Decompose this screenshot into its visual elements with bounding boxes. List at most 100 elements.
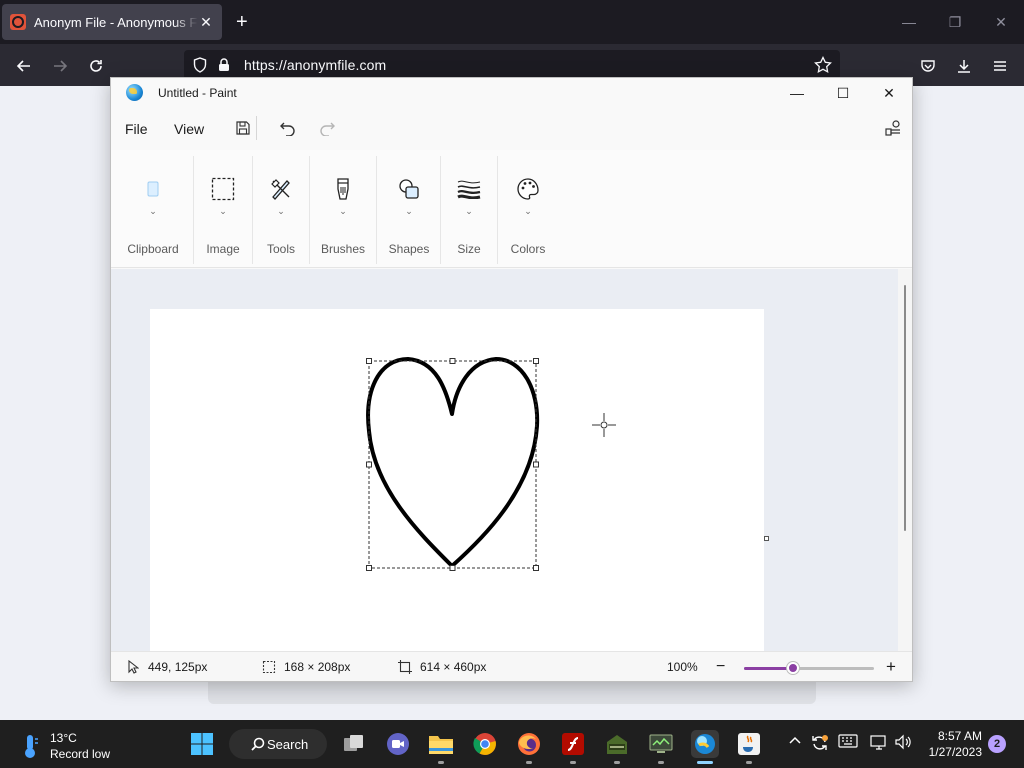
zoom-in-button[interactable]: + [886,657,896,677]
paint-window: Untitled - Paint — ☐ ✕ File View ⌄ Clipb… [110,77,913,682]
tab-title: Anonym File - Anonymous File [34,14,198,30]
sync-icon[interactable] [810,734,830,752]
ribbon-group-tools[interactable]: ⌄ Tools [253,150,309,268]
selection-size-icon [262,660,276,674]
paint-taskbar-icon[interactable] [691,730,719,764]
file-menu[interactable]: File [125,121,148,137]
paint-title-bar[interactable]: Untitled - Paint — ☐ ✕ [111,78,912,108]
hamburger-menu-icon[interactable] [988,54,1012,78]
downloads-icon[interactable] [952,54,976,78]
system-monitor-icon[interactable] [647,730,675,764]
ribbon-group-brushes[interactable]: ⌄ Brushes [311,150,375,268]
paint-minimize-button[interactable]: — [774,78,820,108]
selection-handle [366,358,372,364]
save-icon[interactable] [233,118,253,138]
web-page-panel [208,682,816,704]
browser-tab[interactable]: Anonym File - Anonymous File ✕ [2,4,222,40]
ribbon-separator [497,156,498,264]
tab-close-icon[interactable]: ✕ [198,14,214,31]
start-windows-icon[interactable] [188,730,216,758]
zoom-out-button[interactable]: − [716,658,725,676]
ribbon-label: Size [457,242,481,256]
keyboard-icon[interactable] [838,734,858,748]
browser-restore-button[interactable]: ❐ [932,0,978,44]
running-indicator [697,761,713,764]
selection-handle [533,358,539,364]
ribbon-separator [193,156,194,264]
teams-chat-icon[interactable] [384,730,412,758]
flash-player-icon[interactable] [559,730,587,764]
pocket-icon[interactable] [916,54,940,78]
lock-icon[interactable] [216,57,232,73]
ribbon-group-shapes[interactable]: ⌄ Shapes [379,150,439,268]
share-account-icon[interactable] [883,118,903,138]
browser-close-button[interactable]: ✕ [978,0,1024,44]
menu-separator [256,116,257,140]
ribbon-label: Colors [510,242,546,256]
paint-close-button[interactable]: ✕ [866,78,912,108]
bookmark-star-icon[interactable] [814,55,832,77]
paint-maximize-button[interactable]: ☐ [820,78,866,108]
clock-date: 1/27/2023 [928,745,982,759]
redo-icon[interactable] [317,118,337,138]
zoom-slider-thumb[interactable] [787,662,800,674]
ribbon-label: Shapes [388,242,430,256]
chevron-down-icon: ⌄ [149,206,157,216]
thermometer-icon [25,735,38,758]
ribbon-group-colors[interactable]: ⌄ Colors [499,150,557,268]
canvas-size-text: 614 × 460px [420,660,487,674]
selection-handle [533,461,539,468]
drawing-canvas[interactable] [150,309,764,651]
game-app-icon[interactable] [603,730,631,764]
url-text[interactable]: https://anonymfile.com [244,57,386,73]
zoom-slider[interactable] [744,662,874,674]
ribbon-group-image[interactable]: ⌄ Image [195,150,251,268]
java-icon[interactable] [735,730,763,764]
task-view-icon[interactable] [340,730,368,758]
scrollbar-thumb[interactable] [904,285,906,531]
clock-time: 8:57 AM [937,729,982,743]
ribbon-group-size[interactable]: ⌄ Size [443,150,495,268]
taskbar: 13°C Record low Search 8:57 AM 1/27/2023… [0,720,1024,768]
palette-icon [515,176,541,202]
ribbon-group-clipboard[interactable]: ⌄ Clipboard [117,150,189,268]
ribbon-label: Tools [266,242,295,256]
back-arrow-icon[interactable] [12,54,36,78]
firefox-icon[interactable] [515,730,543,764]
weather-widget[interactable]: 13°C Record low [20,730,110,762]
ribbon-separator [376,156,377,264]
selection-size: 168 × 208px [262,660,350,674]
system-clock[interactable]: 8:57 AM 1/27/2023 [920,728,982,760]
taskbar-search[interactable]: Search [229,729,327,759]
canvas-resize-handle[interactable] [764,536,769,541]
url-bar[interactable]: https://anonymfile.com [184,50,840,80]
notification-badge[interactable]: 2 [988,735,1006,753]
view-menu[interactable]: View [174,121,204,137]
file-explorer-icon[interactable] [427,730,455,764]
running-indicator [614,761,620,764]
shield-icon[interactable] [192,57,208,73]
running-indicator [570,761,576,764]
canvas-workspace [111,269,912,651]
pointer-icon [126,660,140,674]
paint-app-icon [126,84,143,101]
cursor-position-text: 449, 125px [148,660,208,674]
reload-icon[interactable] [84,54,108,78]
vertical-scrollbar[interactable] [898,269,912,651]
site-favicon-icon [10,14,26,30]
selection-handle [449,358,456,364]
ribbon-toolbar: ⌄ Clipboard ⌄ Image ⌄ Tools ⌄ Brushes ⌄ … [111,150,912,268]
chrome-icon[interactable] [471,730,499,758]
ribbon-separator [440,156,441,264]
cursor-position: 449, 125px [126,660,207,674]
zoom-level: 100% [667,660,698,674]
ribbon-separator [309,156,310,264]
running-indicator [658,761,664,764]
undo-icon[interactable] [278,118,298,138]
tray-overflow-chevron-icon[interactable] [788,734,802,748]
volume-icon[interactable] [894,734,912,750]
network-icon[interactable] [870,734,888,750]
browser-minimize-button[interactable]: — [886,0,932,44]
forward-arrow-icon[interactable] [48,54,72,78]
new-tab-button[interactable]: + [236,12,248,32]
